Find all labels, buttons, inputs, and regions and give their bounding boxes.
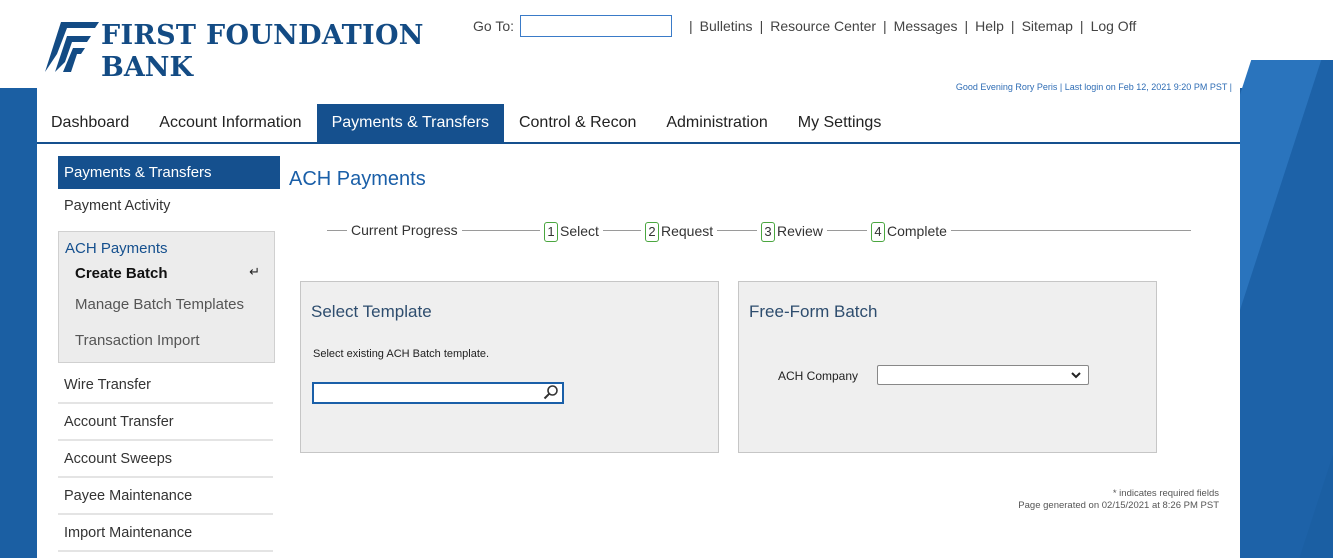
divider: | [883,18,887,34]
page-footnote: * indicates required fields Page generat… [1018,488,1219,512]
page-container: FIRST FOUNDATION BANK Go To: | Bulletins… [37,0,1240,558]
messages-link[interactable]: Messages [894,18,958,34]
sidebar-item-create-batch[interactable]: Create Batch ↵ [59,260,274,286]
nav-payments-transfers[interactable]: Payments & Transfers [316,104,504,142]
resource-center-link[interactable]: Resource Center [770,18,876,34]
sidebar-item-transaction-import[interactable]: Transaction Import [59,322,274,358]
divider: | [759,18,764,34]
step-number: 2 [645,222,659,242]
nav-administration[interactable]: Administration [651,104,782,142]
bank-name-line1: FIRST FOUNDATION [101,20,424,51]
step-number: 1 [544,222,558,242]
step-label: Select [560,223,599,239]
template-search-input[interactable] [312,382,564,404]
magnifier-icon[interactable] [543,384,559,405]
bank-logo[interactable]: FIRST FOUNDATION BANK [41,14,423,84]
sidebar: Payments & Transfers Payment Activity AC… [58,156,280,552]
progress-indicator: Current Progress 1 Select 2 Request 3 Revie… [327,219,1191,243]
log-off-link[interactable]: Log Off [1091,18,1137,34]
ach-company-select[interactable] [877,365,1089,385]
nav-control-recon[interactable]: Control & Recon [504,104,651,142]
page-title: ACH Payments [289,168,426,190]
help-link[interactable]: Help [975,18,1004,34]
sidebar-item-manage-batch-templates[interactable]: Manage Batch Templates [59,286,274,322]
progress-step-select: 1 Select [540,222,603,242]
sitemap-link[interactable]: Sitemap [1022,18,1073,34]
divider: | [689,18,693,34]
select-template-panel: Select Template Select existing ACH Batc… [300,281,719,453]
sidebar-item-account-sweeps[interactable]: Account Sweeps [58,441,273,478]
sidebar-item-account-transfer[interactable]: Account Transfer [58,404,273,441]
ach-company-label: ACH Company [778,369,859,383]
progress-step-request: 2 Request [641,222,718,242]
sidebar-group-ach-payments: ACH Payments Create Batch ↵ Manage Batch… [58,231,275,363]
chevron-down-icon [1070,366,1082,387]
top-utility-bar: Go To: | Bulletins | Resource Center | M… [473,14,1136,38]
divider: | [1010,18,1015,34]
free-form-batch-panel: Free-Form Batch ACH Company [738,281,1157,453]
goto-label: Go To: [473,18,514,34]
page-generated-note: Page generated on 02/15/2021 at 8:26 PM … [1018,500,1219,511]
divider: | [1079,18,1084,34]
sidebar-header[interactable]: Payments & Transfers [58,156,280,189]
progress-step-complete: 4 Complete [867,222,951,242]
progress-label: Current Progress [347,222,462,238]
step-label: Request [661,223,714,239]
step-number: 3 [761,222,775,242]
logo-mark-icon [45,22,99,72]
divider: | [964,18,969,34]
nav-dashboard[interactable]: Dashboard [37,104,144,142]
nav-my-settings[interactable]: My Settings [783,104,897,142]
greeting-text: Good Evening Rory Peris | Last login on … [955,82,1232,92]
sidebar-item-label: Create Batch [75,264,168,282]
sidebar-item-payee-maintenance[interactable]: Payee Maintenance [58,478,273,515]
bulletins-link[interactable]: Bulletins [700,18,753,34]
goto-input[interactable] [520,15,672,37]
step-label: Review [777,223,823,239]
sidebar-item-import-maintenance[interactable]: Import Maintenance [58,515,273,552]
sidebar-group-title[interactable]: ACH Payments [59,232,274,260]
required-fields-note: * indicates required fields [1112,488,1219,499]
sidebar-item-wire-transfer[interactable]: Wire Transfer [58,367,273,404]
select-template-hint: Select existing ACH Batch template. [313,348,490,360]
step-number: 4 [871,222,885,242]
progress-step-review: 3 Review [757,222,827,242]
step-label: Complete [887,223,947,239]
return-arrow-icon: ↵ [249,264,260,279]
sidebar-item-payment-activity[interactable]: Payment Activity [58,189,273,223]
bank-name-line2: BANK [101,52,193,83]
nav-account-information[interactable]: Account Information [144,104,316,142]
panel-title: Select Template [311,302,432,321]
main-nav: Dashboard Account Information Payments &… [37,104,1240,144]
panel-title: Free-Form Batch [749,302,878,321]
